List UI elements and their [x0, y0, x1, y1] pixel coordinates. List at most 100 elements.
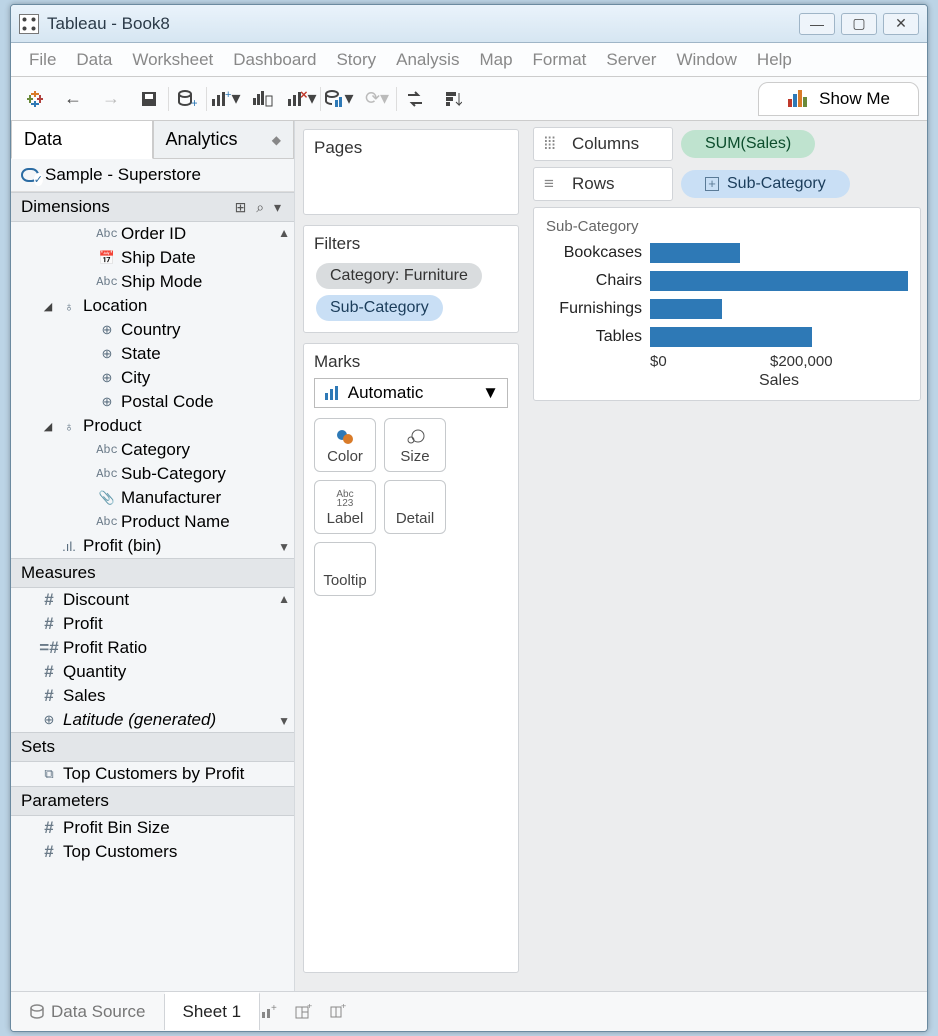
tab-data[interactable]: Data — [11, 121, 153, 159]
filters-card[interactable]: Filters Category: FurnitureSub-Category — [303, 225, 519, 333]
menu-analysis[interactable]: Analysis — [386, 46, 469, 74]
field-latitude-generated-[interactable]: ⊕Latitude (generated) — [11, 708, 294, 732]
menu-worksheet[interactable]: Worksheet — [122, 46, 223, 74]
marks-label-button[interactable]: Abc123 Label — [314, 480, 376, 534]
bar[interactable] — [650, 271, 908, 291]
filter-pill-sub-category[interactable]: Sub-Category — [316, 295, 443, 321]
field-category[interactable]: AbcCategory — [11, 438, 294, 462]
label-icon: Abc123 — [336, 488, 353, 510]
swap-button[interactable] — [399, 83, 431, 115]
bar[interactable] — [650, 299, 722, 319]
back-button[interactable]: ← — [57, 83, 89, 115]
scroll-down-icon[interactable]: ▼ — [278, 540, 290, 554]
field-product[interactable]: ◢♁Product — [11, 414, 294, 438]
show-me-icon — [787, 90, 809, 108]
new-datasource-button[interactable]: + — [171, 83, 203, 115]
columns-shelf[interactable]: ⦙⦙⦙ Columns — [533, 127, 673, 161]
dimensions-label: Dimensions — [21, 197, 110, 217]
menu-help[interactable]: Help — [747, 46, 802, 74]
clear-worksheet-button[interactable]: ×▾ — [285, 83, 317, 115]
dimensions-tools[interactable]: ⊞ ⌕ ▾ — [235, 199, 284, 216]
new-story-icon[interactable]: + — [328, 1004, 362, 1020]
marks-color-label: Color — [327, 448, 363, 465]
field-state[interactable]: ⊕State — [11, 342, 294, 366]
rows-shelf[interactable]: ≡ Rows — [533, 167, 673, 201]
marks-label-label: Label — [327, 510, 364, 527]
field-sub-category[interactable]: AbcSub-Category — [11, 462, 294, 486]
bar-category-label: Chairs — [546, 272, 650, 290]
scroll-down-icon[interactable]: ▼ — [278, 714, 290, 728]
duplicate-worksheet-button[interactable] — [247, 83, 279, 115]
field-ship-mode[interactable]: AbcShip Mode — [11, 270, 294, 294]
axis-tick: $200,000 — [770, 353, 890, 370]
rows-pill-subcategory[interactable]: + Sub-Category — [681, 170, 850, 198]
bar-row: Bookcases — [546, 239, 908, 267]
field-profit-bin-size[interactable]: #Profit Bin Size — [11, 816, 294, 840]
rows-icon: ≡ — [544, 174, 564, 194]
axis-label: Sales — [650, 370, 908, 390]
tableau-logo-icon[interactable] — [19, 83, 51, 115]
marks-type-select[interactable]: Automatic ▼ — [314, 378, 508, 408]
new-worksheet-icon[interactable]: + — [260, 1004, 294, 1020]
new-worksheet-button[interactable]: +▾ — [209, 83, 241, 115]
datasource-tab[interactable]: Data Source — [11, 994, 165, 1030]
datasource-icon — [21, 168, 39, 182]
menu-format[interactable]: Format — [523, 46, 597, 74]
field-profit-ratio[interactable]: =#Profit Ratio — [11, 636, 294, 660]
marks-detail-button[interactable]: Detail — [384, 480, 446, 534]
field-city[interactable]: ⊕City — [11, 366, 294, 390]
field-quantity[interactable]: #Quantity — [11, 660, 294, 684]
pages-card[interactable]: Pages — [303, 129, 519, 215]
marks-size-button[interactable]: Size — [384, 418, 446, 472]
auto-update-button[interactable]: ▾ — [323, 83, 355, 115]
tab-analytics[interactable]: Analytics◆ — [153, 121, 295, 159]
scroll-up-icon[interactable]: ▲ — [278, 592, 290, 606]
marks-type-label: Automatic — [348, 383, 424, 403]
field-discount[interactable]: #Discount — [11, 588, 294, 612]
field-country[interactable]: ⊕Country — [11, 318, 294, 342]
datasource-item[interactable]: Sample - Superstore — [11, 159, 294, 192]
field-sales[interactable]: #Sales — [11, 684, 294, 708]
field-label: City — [121, 368, 150, 388]
bar[interactable] — [650, 243, 740, 263]
bar-icon — [323, 385, 343, 401]
new-dashboard-icon[interactable]: + — [294, 1004, 328, 1020]
menu-story[interactable]: Story — [326, 46, 386, 74]
close-button[interactable]: ✕ — [883, 13, 919, 35]
show-me-button[interactable]: Show Me — [758, 82, 919, 116]
sets-label: Sets — [21, 737, 55, 757]
field-top-customers-by-profit[interactable]: ⧉Top Customers by Profit — [11, 762, 294, 786]
marks-color-button[interactable]: Color — [314, 418, 376, 472]
field-location[interactable]: ◢♁Location — [11, 294, 294, 318]
save-button[interactable] — [133, 83, 165, 115]
forward-button[interactable]: → — [95, 83, 127, 115]
scroll-up-icon[interactable]: ▲ — [278, 226, 290, 240]
marks-tooltip-button[interactable]: Tooltip — [314, 542, 376, 596]
field-profit-bin-[interactable]: .ıl.Profit (bin) — [11, 534, 294, 558]
filter-pill-category-furniture[interactable]: Category: Furniture — [316, 263, 482, 289]
refresh-button[interactable]: ⟳▾ — [361, 83, 393, 115]
bar-category-label: Furnishings — [546, 300, 650, 318]
field-manufacturer[interactable]: 📎Manufacturer — [11, 486, 294, 510]
bar[interactable] — [650, 327, 812, 347]
columns-pill-sum-sales[interactable]: SUM(Sales) — [681, 130, 815, 158]
rows-pill-label: Sub-Category — [727, 175, 826, 193]
menu-data[interactable]: Data — [66, 46, 122, 74]
sheet-tab-1[interactable]: Sheet 1 — [165, 992, 261, 1030]
menu-window[interactable]: Window — [666, 46, 746, 74]
field-product-name[interactable]: AbcProduct Name — [11, 510, 294, 534]
maximize-button[interactable]: ▢ — [841, 13, 877, 35]
field-order-id[interactable]: AbcOrder ID — [11, 222, 294, 246]
sort-asc-button[interactable] — [437, 83, 469, 115]
field-top-customers[interactable]: #Top Customers — [11, 840, 294, 864]
field-postal-code[interactable]: ⊕Postal Code — [11, 390, 294, 414]
field-ship-date[interactable]: 📅Ship Date — [11, 246, 294, 270]
minimize-button[interactable]: — — [799, 13, 835, 35]
menu-map[interactable]: Map — [469, 46, 522, 74]
menu-file[interactable]: File — [19, 46, 66, 74]
menu-dashboard[interactable]: Dashboard — [223, 46, 326, 74]
menu-server[interactable]: Server — [596, 46, 666, 74]
field-profit[interactable]: #Profit — [11, 612, 294, 636]
datasource-label: Sample - Superstore — [45, 165, 201, 185]
dimensions-header: Dimensions ⊞ ⌕ ▾ — [11, 192, 294, 222]
